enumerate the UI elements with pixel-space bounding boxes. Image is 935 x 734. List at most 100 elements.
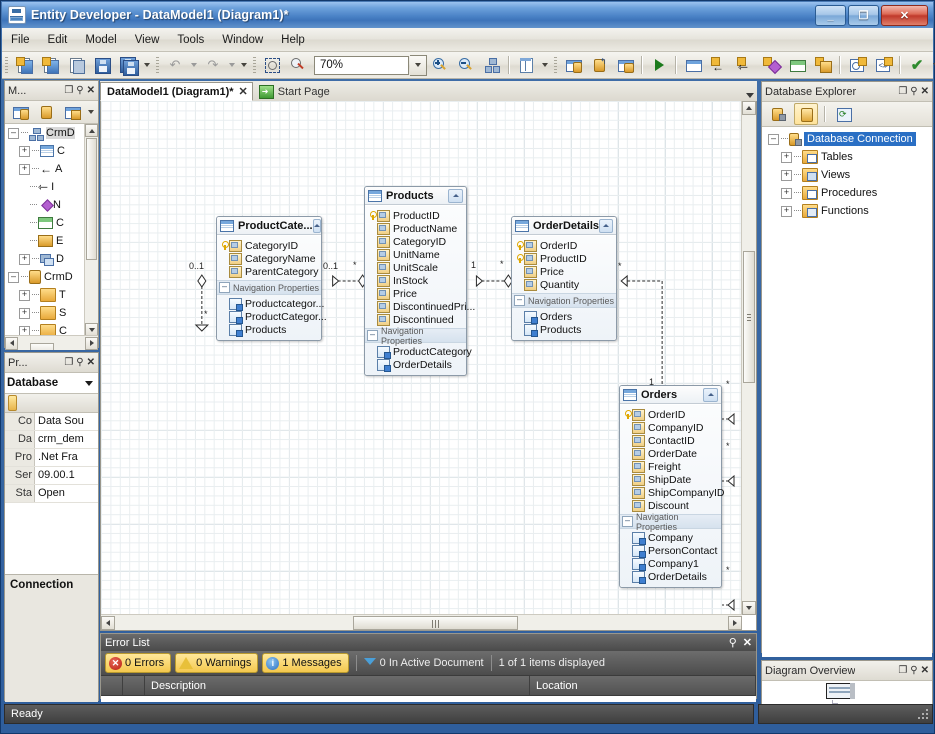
new-inheritance-icon[interactable]: ⇽ bbox=[733, 54, 757, 77]
me-new-entity-icon[interactable] bbox=[8, 101, 32, 124]
toolbar-overflow-4[interactable] bbox=[930, 55, 935, 76]
error-column-description[interactable]: Description bbox=[145, 676, 530, 695]
error-list-close-icon[interactable]: ✕ bbox=[743, 636, 752, 649]
menu-help[interactable]: Help bbox=[272, 31, 314, 49]
minimize-button[interactable]: _ bbox=[815, 4, 846, 26]
model-explorer-close-icon[interactable]: ✕ bbox=[87, 85, 95, 96]
error-column-icon[interactable] bbox=[101, 676, 123, 695]
property-value[interactable]: .Net Fra bbox=[35, 449, 98, 466]
entity-navigation[interactable]: Company1 bbox=[620, 557, 721, 571]
entity-attribute[interactable]: OrderDate bbox=[620, 447, 721, 460]
entity-attribute[interactable]: OrderID bbox=[620, 408, 721, 421]
tree-node-complex-types[interactable]: C bbox=[5, 214, 85, 232]
entity-attribute[interactable]: OrderID bbox=[512, 239, 616, 252]
tree-node-model[interactable]: – CrmD bbox=[5, 124, 85, 142]
tree-node-entities[interactable]: + C bbox=[5, 142, 85, 160]
canvas-hscroll-thumb[interactable] bbox=[353, 615, 518, 630]
navigation-properties-header[interactable]: – Navigation Properties bbox=[365, 326, 466, 346]
filter-icon[interactable] bbox=[363, 657, 376, 669]
property-value[interactable]: crm_dem bbox=[35, 431, 98, 448]
toolbar-overflow-3[interactable] bbox=[539, 55, 551, 76]
navigation-properties-header[interactable]: – Navigation Properties bbox=[512, 293, 616, 308]
properties-close-icon[interactable]: ✕ bbox=[87, 357, 95, 368]
new-from-database-icon[interactable] bbox=[38, 54, 62, 77]
entity-attribute[interactable]: Freight bbox=[620, 460, 721, 473]
new-model-icon[interactable] bbox=[12, 54, 36, 77]
canvas-scroll-left-icon[interactable] bbox=[101, 615, 115, 630]
model-tree-hscrollbar[interactable] bbox=[5, 335, 98, 350]
entity-header[interactable]: Products bbox=[365, 187, 466, 205]
collapse-icon[interactable]: – bbox=[219, 282, 230, 293]
new-stored-proc-icon[interactable] bbox=[811, 54, 835, 77]
entity-attribute[interactable]: Price bbox=[365, 287, 466, 300]
diagram-canvas[interactable]: 0..1 * 0..1 * 1 * * 1 * * * ProductCate.… bbox=[101, 101, 742, 615]
entity-header[interactable]: ProductCate... bbox=[217, 217, 321, 235]
toolbar-grip-4[interactable] bbox=[554, 56, 557, 74]
property-row[interactable]: Co Data Sou bbox=[5, 413, 98, 431]
canvas-scroll-right-icon[interactable] bbox=[728, 615, 742, 630]
overview-maximize-icon[interactable]: ❐ bbox=[898, 665, 907, 676]
entity-navigation[interactable]: OrderDetails bbox=[365, 358, 466, 372]
hscroll-thumb[interactable] bbox=[30, 343, 54, 350]
property-value[interactable]: Data Sou bbox=[35, 413, 98, 430]
entity-box-orderdetails[interactable]: OrderDetails OrderID ProductID Price Qua… bbox=[511, 216, 617, 341]
tree-node-enums[interactable]: N bbox=[5, 196, 85, 214]
tree-node-sp-folder[interactable]: + S bbox=[5, 304, 85, 322]
property-value[interactable]: 09.00.1 bbox=[35, 467, 98, 484]
menu-model[interactable]: Model bbox=[76, 31, 125, 49]
entity-attribute[interactable]: ContactID bbox=[620, 434, 721, 447]
resize-grip[interactable] bbox=[917, 708, 929, 720]
errors-filter-button[interactable]: ✕ 0 Errors bbox=[105, 653, 172, 673]
tree-node-storage[interactable]: – CrmD bbox=[5, 268, 85, 286]
me-refresh-icon[interactable] bbox=[34, 101, 58, 124]
menu-window[interactable]: Window bbox=[213, 31, 272, 49]
tab-close-icon[interactable]: ✕ bbox=[239, 85, 248, 98]
entity-navigation[interactable]: ProductCategor... bbox=[217, 310, 327, 324]
warnings-filter-button[interactable]: 0 Warnings bbox=[175, 653, 259, 673]
tree-node-inheritances[interactable]: ⇽ I bbox=[5, 178, 85, 196]
entity-header[interactable]: Orders bbox=[620, 386, 721, 404]
entity-attribute[interactable]: ParentCategory bbox=[217, 265, 321, 278]
zoom-dropdown-icon[interactable] bbox=[410, 54, 427, 76]
new-association-icon[interactable]: ← bbox=[707, 54, 731, 77]
new-complex-type-icon[interactable]: ↰ bbox=[587, 54, 611, 77]
toolbar-grip[interactable] bbox=[5, 56, 8, 74]
me-toolbar-overflow[interactable] bbox=[85, 102, 97, 123]
tree-expander[interactable]: + bbox=[19, 253, 30, 265]
toolbar-grip-3[interactable] bbox=[253, 56, 256, 74]
open-model-icon[interactable] bbox=[64, 54, 88, 77]
entity-navigation[interactable]: ProductCategory bbox=[365, 345, 472, 359]
property-row[interactable]: Da crm_dem bbox=[5, 431, 98, 449]
me-properties-icon[interactable] bbox=[60, 101, 84, 124]
new-table-from-db-icon[interactable] bbox=[613, 54, 637, 77]
entity-attribute[interactable]: UnitName bbox=[365, 248, 466, 261]
entity-attribute[interactable]: ProductID bbox=[365, 209, 466, 222]
entity-navigation[interactable]: Products bbox=[512, 323, 616, 337]
canvas-vscroll-thumb[interactable] bbox=[743, 251, 755, 383]
new-entity2-icon[interactable] bbox=[681, 54, 705, 77]
property-value[interactable]: Open bbox=[35, 485, 98, 502]
tree-expander[interactable]: + bbox=[781, 169, 792, 181]
scroll-left-icon[interactable] bbox=[5, 336, 18, 350]
properties-maximize-icon[interactable]: ❐ bbox=[64, 357, 73, 368]
property-row[interactable]: Ser 09.00.1 bbox=[5, 467, 98, 485]
tree-node-database-connection[interactable]: – Database Connection bbox=[762, 130, 932, 148]
collapse-icon[interactable]: – bbox=[514, 295, 525, 306]
navigation-properties-header[interactable]: – Navigation Properties bbox=[217, 280, 321, 295]
categorized-view-icon[interactable] bbox=[8, 395, 17, 411]
tree-expander[interactable]: + bbox=[781, 187, 792, 199]
collapse-icon[interactable]: – bbox=[622, 516, 633, 527]
entity-navigation[interactable]: OrderDetails bbox=[620, 570, 721, 584]
validate-icon[interactable]: ✔ bbox=[905, 54, 929, 77]
entity-attribute[interactable]: Discontinued bbox=[365, 313, 466, 326]
entity-attribute[interactable]: CategoryName bbox=[217, 252, 321, 265]
entity-collapse-icon[interactable] bbox=[312, 218, 321, 233]
vscroll-thumb[interactable] bbox=[86, 138, 97, 260]
entity-attribute[interactable]: CategoryID bbox=[217, 239, 321, 252]
entity-box-products[interactable]: Products ProductID ProductName CategoryI… bbox=[364, 186, 475, 376]
zoom-in-icon[interactable] bbox=[428, 54, 452, 77]
tab-list-dropdown-icon[interactable] bbox=[746, 93, 754, 98]
entity-navigation[interactable]: Company bbox=[620, 531, 721, 545]
entity-attribute[interactable]: ProductName bbox=[365, 222, 466, 235]
model-explorer-pin-icon[interactable]: ⚲ bbox=[76, 85, 83, 96]
